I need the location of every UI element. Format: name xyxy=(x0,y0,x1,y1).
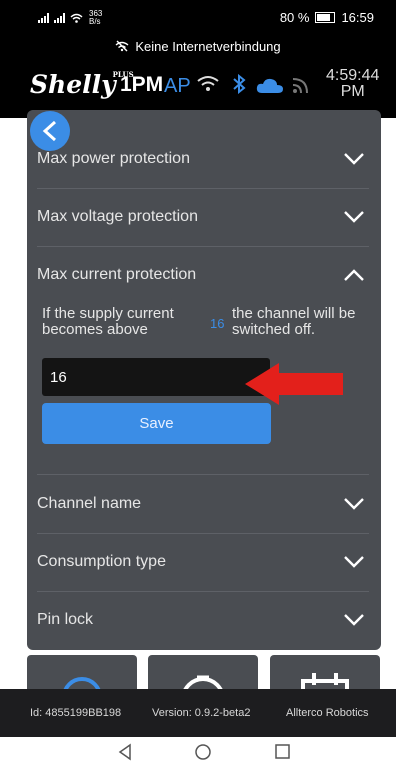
nav-back-icon[interactable] xyxy=(117,743,133,761)
device-model: 1PM xyxy=(120,73,164,96)
network-notice-text: Keine Internetverbindung xyxy=(135,38,281,54)
battery-icon xyxy=(315,12,336,23)
back-button[interactable] xyxy=(30,111,70,151)
row-label: Max current protection xyxy=(37,266,197,283)
chevron-down-icon xyxy=(344,211,364,223)
max-current-value: 16 xyxy=(50,368,67,386)
row-max-power-protection[interactable]: Max power protection xyxy=(37,130,369,189)
bluetooth-icon xyxy=(233,74,246,94)
signal-icon-2 xyxy=(54,13,65,23)
shelly-logo: ShellyPLUS xyxy=(30,70,134,99)
nav-recents-icon[interactable] xyxy=(274,743,290,761)
row-label: Max power protection xyxy=(37,150,190,167)
signal-icon xyxy=(38,13,49,23)
firmware-version: Version: 0.9.2-beta2 xyxy=(152,707,251,719)
cloud-icon xyxy=(256,78,283,93)
red-arrow-annotation xyxy=(245,363,343,405)
chevron-down-icon xyxy=(344,556,364,568)
tab-settings[interactable] xyxy=(27,655,137,689)
gear-icon xyxy=(63,677,101,689)
back-icon xyxy=(42,120,57,142)
row-label: Max voltage protection xyxy=(37,208,198,225)
row-label: Consumption type xyxy=(37,553,166,570)
nav-home-icon[interactable] xyxy=(194,743,212,761)
ap-label: AP xyxy=(164,75,191,97)
row-max-current-protection[interactable]: Max current protection xyxy=(37,246,369,304)
signal-indicators: 363 B/s xyxy=(38,10,102,26)
battery-percent: 80 % xyxy=(279,10,310,25)
clock-ampm: PM xyxy=(340,83,365,100)
no-wifi-icon xyxy=(115,40,129,52)
tab-timer[interactable] xyxy=(148,655,258,689)
net-rate-unit: B/s xyxy=(89,17,101,26)
app-header: ShellyPLUS 1PM AP 4:59:44 PM xyxy=(0,58,396,118)
android-nav-bar xyxy=(0,737,396,769)
description-value: 16 xyxy=(210,316,225,331)
row-channel-name[interactable]: Channel name xyxy=(37,474,369,534)
row-label: Channel name xyxy=(37,495,142,512)
net-rate: 363 B/s xyxy=(89,10,102,26)
calendar-icon xyxy=(301,673,349,689)
row-label: Pin lock xyxy=(37,611,94,628)
logo-text: Shelly xyxy=(30,70,116,99)
chevron-down-icon xyxy=(344,153,364,165)
save-button[interactable]: Save xyxy=(42,403,271,444)
chevron-up-icon xyxy=(344,269,364,281)
status-bar: 363 B/s 80 % 16:59 xyxy=(0,0,396,34)
wifi-status-icon xyxy=(70,13,83,23)
wifi-icon xyxy=(197,76,219,91)
status-time: 16:59 xyxy=(341,10,374,25)
clock-time: 4:59:44 xyxy=(326,67,380,84)
description-after: the channel will be switched off. xyxy=(232,305,356,338)
device-info-footer: Id: 4855199BB198 Version: 0.9.2-beta2 Al… xyxy=(0,689,396,737)
row-consumption-type[interactable]: Consumption type xyxy=(37,533,369,592)
settings-panel: Max power protection Max voltage protect… xyxy=(27,110,381,650)
vendor-name: Allterco Robotics xyxy=(286,707,369,719)
device-id: Id: 4855199BB198 xyxy=(30,707,122,719)
bottom-tabs xyxy=(0,655,396,689)
chevron-down-icon xyxy=(344,614,364,626)
description-before: If the supply current becomes above xyxy=(42,305,174,338)
rss-icon xyxy=(292,78,308,94)
network-notice-bar: Keine Internetverbindung xyxy=(0,34,396,58)
row-max-voltage-protection[interactable]: Max voltage protection xyxy=(37,188,369,247)
row-pin-lock[interactable]: Pin lock xyxy=(37,591,369,649)
device-clock: 4:59:44 PM xyxy=(326,68,379,100)
tab-schedule[interactable] xyxy=(270,655,380,689)
chevron-down-icon xyxy=(344,498,364,510)
max-current-input[interactable]: 16 xyxy=(42,358,270,396)
timer-icon xyxy=(183,675,223,689)
